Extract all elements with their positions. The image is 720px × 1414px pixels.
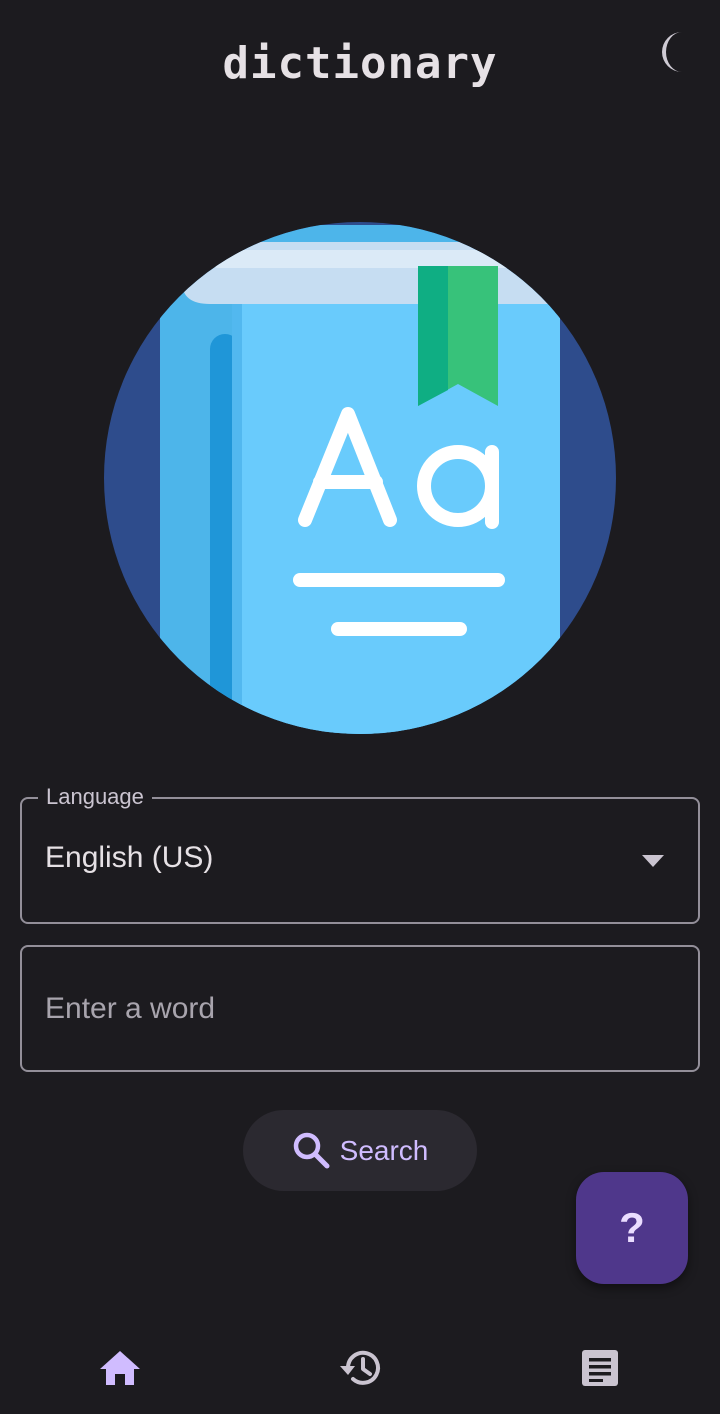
app-title: dictionary <box>222 38 498 89</box>
notes-icon <box>582 1350 618 1386</box>
word-input[interactable] <box>22 947 698 1070</box>
app-screen: dictionary Language English (US) Enter a… <box>0 0 720 1414</box>
language-select[interactable]: Language English (US) <box>20 784 700 924</box>
nav-home[interactable] <box>90 1346 150 1390</box>
dropdown-arrow-icon[interactable] <box>642 855 664 867</box>
bottom-navigation <box>0 1320 720 1414</box>
search-label: Search <box>339 1134 429 1166</box>
help-button[interactable]: ? <box>576 1172 688 1284</box>
language-label: Language <box>38 784 152 810</box>
search-button[interactable]: Search <box>243 1110 477 1191</box>
home-icon <box>100 1351 140 1385</box>
book-icon <box>104 222 616 734</box>
language-value: English (US) <box>45 841 214 874</box>
dictionary-illustration <box>100 220 620 740</box>
search-icon <box>293 1132 330 1168</box>
theme-toggle-button[interactable] <box>652 28 696 76</box>
nav-history[interactable] <box>330 1346 390 1390</box>
nav-notes[interactable] <box>570 1346 630 1390</box>
history-icon <box>340 1350 380 1385</box>
word-field <box>20 945 700 1072</box>
moon-icon <box>662 32 682 72</box>
